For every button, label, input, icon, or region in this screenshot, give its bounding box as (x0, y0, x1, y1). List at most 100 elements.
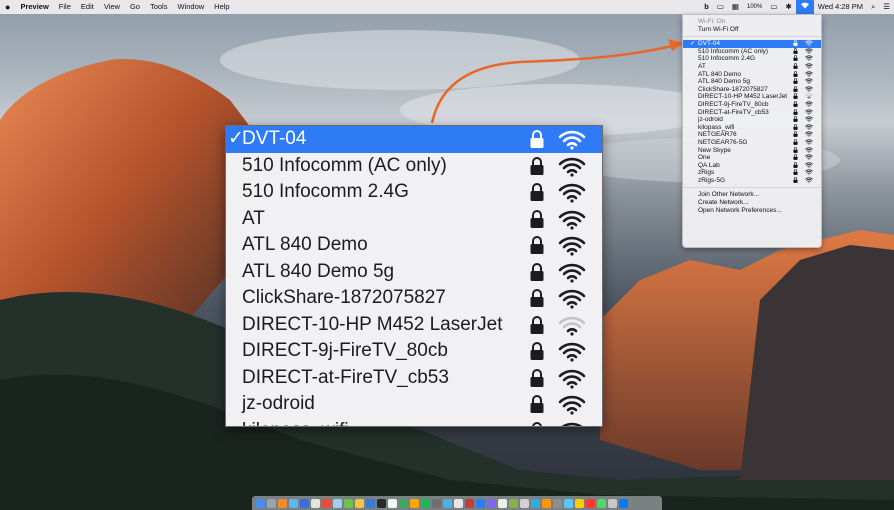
spotlight-search-icon[interactable]: ⌕ (867, 0, 879, 14)
open-network-preferences-item[interactable]: Open Network Preferences... (683, 207, 821, 215)
wifi-network-item[interactable]: One (683, 154, 821, 162)
battery-icon[interactable]: ▭ (766, 0, 781, 14)
dock-app-icon[interactable] (476, 498, 485, 508)
wifi-network-item[interactable]: ATL 840 Demo 5g (683, 78, 821, 86)
menu-go[interactable]: Go (125, 0, 145, 14)
dock-app-icon[interactable] (432, 498, 441, 508)
wifi-network-item[interactable]: DIRECT-9j-FireTV_80cb (683, 101, 821, 109)
dock-app-icon[interactable] (509, 498, 518, 508)
menu-window[interactable]: Window (172, 0, 209, 14)
status-b-icon[interactable]: b (700, 0, 713, 14)
wifi-network-item[interactable]: zRigs (683, 169, 821, 177)
dock-app-icon[interactable] (619, 498, 628, 508)
zoomed-network-item[interactable]: DIRECT-10-HP M452 LaserJet (226, 312, 602, 339)
zoomed-network-item[interactable]: ATL 840 Demo 5g (226, 259, 602, 286)
turn-wifi-off-item[interactable]: Turn Wi-Fi Off (683, 26, 821, 34)
dock-app-icon[interactable] (520, 498, 529, 508)
dock-app-icon[interactable] (553, 498, 562, 508)
zoomed-network-item[interactable]: 510 Infocomm 2.4G (226, 179, 602, 206)
display-icon[interactable]: ▦ (728, 0, 743, 14)
wifi-network-item[interactable]: ClickShare-1872075827 (683, 86, 821, 94)
zoomed-network-item[interactable]: ATL 840 Demo (226, 232, 602, 259)
wifi-network-item[interactable]: ✓ DVT-04 (683, 40, 821, 48)
dock-app-icon[interactable] (377, 498, 386, 508)
dock-app-icon[interactable] (333, 498, 342, 508)
battery-percent[interactable]: 100% (743, 0, 766, 14)
dock-app-icon[interactable] (410, 498, 419, 508)
dock-app-icon[interactable] (278, 498, 287, 508)
zoomed-network-item[interactable]: kilopass_wifi (226, 418, 602, 427)
create-network-item[interactable]: Create Network... (683, 199, 821, 207)
dock-app-icon[interactable] (564, 498, 573, 508)
zoomed-network-item[interactable]: DIRECT-9j-FireTV_80cb (226, 338, 602, 365)
zoomed-network-item[interactable]: ✓ DVT-04 (226, 126, 602, 153)
airplay-icon[interactable]: ▭ (713, 0, 728, 14)
dock-app-icon[interactable] (366, 498, 375, 508)
wifi-signal-icon (558, 236, 586, 256)
dock-app-icon[interactable] (575, 498, 584, 508)
menu-help[interactable]: Help (209, 0, 234, 14)
wifi-network-item[interactable]: New Skype (683, 147, 821, 155)
dock-app-icon[interactable] (344, 498, 353, 508)
wifi-network-item[interactable]: QA Lab (683, 162, 821, 170)
join-other-network-item[interactable]: Join Other Network... (683, 191, 821, 199)
dock-app-icon[interactable] (597, 498, 606, 508)
wifi-network-item[interactable]: NETGEAR76-5G (683, 139, 821, 147)
dock-app-icon[interactable] (443, 498, 452, 508)
zoomed-network-item[interactable]: jz-odroid (226, 391, 602, 418)
dock-app-icon[interactable] (487, 498, 496, 508)
wifi-network-name: QA Lab (698, 161, 720, 169)
menu-tools[interactable]: Tools (145, 0, 173, 14)
dock-app-icon[interactable] (289, 498, 298, 508)
dock-app-icon[interactable] (421, 498, 430, 508)
zoomed-network-item[interactable]: 510 Infocomm (AC only) (226, 153, 602, 180)
menu-view[interactable]: View (99, 0, 125, 14)
dock-app-icon[interactable] (586, 498, 595, 508)
menu-app-name[interactable]: Preview (15, 0, 53, 14)
dock-app-icon[interactable] (454, 498, 463, 508)
wifi-network-item[interactable]: AT (683, 63, 821, 71)
zoomed-network-item[interactable]: DIRECT-at-FireTV_cb53 (226, 365, 602, 392)
wifi-network-item[interactable]: NETGEAR76 (683, 131, 821, 139)
menu-clock[interactable]: Wed 4:28 PM (814, 0, 867, 14)
notification-center-icon[interactable]: ☰ (879, 0, 894, 14)
wifi-network-item[interactable]: 510 Infocomm 2.4G (683, 55, 821, 63)
dock-app-icon[interactable] (322, 498, 331, 508)
wifi-network-list: ✓ DVT-04 510 Infocomm (AC only) 510 Infocom… (683, 40, 821, 184)
wifi-menu-icon[interactable] (795, 0, 814, 14)
wifi-network-name: ATL 840 Demo 5g (698, 78, 751, 86)
dock-app-icon[interactable] (355, 498, 364, 508)
wifi-network-item[interactable]: jz-odroid (683, 116, 821, 124)
wifi-network-item[interactable]: DIRECT-at-FireTV_cb53 (683, 109, 821, 117)
wifi-list-zoom-callout: ✓ DVT-04 510 Infocomm (AC only) 510 Infocom… (225, 125, 603, 427)
wifi-network-item[interactable]: zRigs-5G (683, 177, 821, 185)
dock-app-icon[interactable] (608, 498, 617, 508)
zoomed-network-item[interactable]: ClickShare-1872075827 (226, 285, 602, 312)
wifi-network-item[interactable]: 510 Infocomm (AC only) (683, 48, 821, 56)
dock-app-icon[interactable] (542, 498, 551, 508)
dock-app-icon[interactable] (388, 498, 397, 508)
dock-app-icon[interactable] (311, 498, 320, 508)
zoomed-network-name: kilopass_wifi (242, 420, 349, 427)
dock-app-icon[interactable] (256, 498, 265, 508)
apple-menu-icon[interactable]: ● (0, 0, 15, 14)
dock-app-icon[interactable] (498, 498, 507, 508)
dock-app-icon[interactable] (300, 498, 309, 508)
bluetooth-icon[interactable]: ✱ (781, 0, 795, 14)
wifi-network-name: zRigs-5G (698, 176, 726, 184)
dock-app-icon[interactable] (465, 498, 474, 508)
dock-app-icon[interactable] (399, 498, 408, 508)
dock-app-icon[interactable] (267, 498, 276, 508)
wifi-network-item[interactable]: ATL 840 Demo (683, 71, 821, 79)
wifi-signal-icon (558, 157, 586, 177)
zoomed-network-item[interactable]: AT (226, 206, 602, 233)
lock-icon (529, 236, 545, 254)
dock-app-icon[interactable] (531, 498, 540, 508)
wifi-network-item[interactable]: kilopass_wifi (683, 124, 821, 132)
wifi-network-name: zRigs (698, 169, 715, 177)
menu-edit[interactable]: Edit (76, 0, 99, 14)
wifi-network-item[interactable]: DIRECT-10-HP M452 LaserJet (683, 93, 821, 101)
wifi-network-name: New Skype (698, 146, 731, 154)
lock-icon (529, 342, 545, 360)
menu-file[interactable]: File (54, 0, 76, 14)
